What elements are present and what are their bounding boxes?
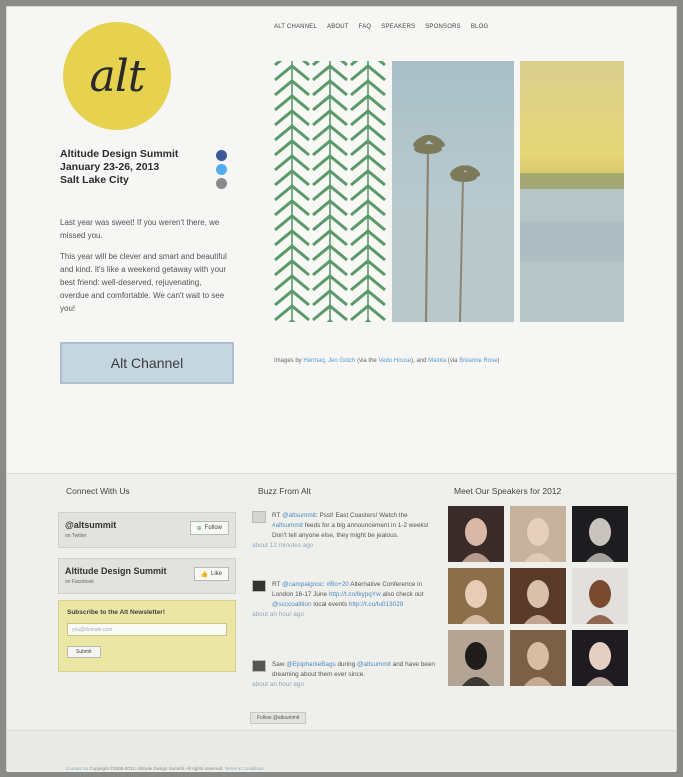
palm-trees-image: [392, 61, 514, 322]
main-nav: ALT CHANNEL ABOUT FAQ SPEAKERS SPONSORS …: [256, 16, 628, 38]
facebook-page-name: Altitude Design Summit: [65, 566, 167, 576]
facebook-widget: Altitude Design Summit on Facebook 👍 Lik…: [58, 558, 236, 594]
speaker-photo[interactable]: [448, 630, 504, 686]
credits-prefix: Images by: [274, 358, 302, 364]
tweet-text: during: [337, 661, 356, 668]
twitter-icon[interactable]: [216, 164, 227, 175]
image-credits: Images by Hermaq, Jen Gotch (via the Ved…: [274, 358, 634, 364]
chevron-pattern-image: [274, 61, 386, 322]
speakers-title: Meet Our Speakers for 2012: [454, 486, 562, 496]
hero-images: [274, 61, 624, 322]
plus-icon: ⊕: [196, 525, 202, 532]
twitter-follow-button[interactable]: ⊕ Follow: [189, 521, 229, 535]
tweet-handle-link[interactable]: @EpiphanieBags: [286, 661, 335, 668]
newsletter-box: Subscribe to the Alt Newsletter! you@dom…: [58, 600, 236, 672]
tweet-2: RT @campaignoc: #Bo+20 Alternative Confe…: [252, 580, 437, 620]
tweet-avatar: [252, 660, 266, 672]
credits-end: ): [497, 358, 500, 364]
speakers-grid: [448, 506, 630, 688]
tweet-3: Saw @EpiphanieBags during @altsummit and…: [252, 660, 437, 690]
nav-alt-channel[interactable]: ALT CHANNEL: [274, 24, 317, 30]
footer-contact-link[interactable]: Contact Us: [66, 766, 88, 771]
tweet-url-link[interactable]: http://t.co/lkypqYw: [329, 591, 381, 598]
footer-copyright: Contact Us Copyright ©2009-2012, Altitud…: [66, 766, 264, 771]
tweet-avatar: [252, 511, 266, 523]
tweet-text-3: also check out: [382, 591, 424, 598]
speaker-photo[interactable]: [572, 568, 628, 624]
youtube-icon[interactable]: [216, 178, 227, 189]
intro-paragraph-2: This year will be clever and smart and b…: [60, 252, 227, 313]
nav-sponsors[interactable]: SPONSORS: [425, 24, 461, 30]
thumbs-up-icon: 👍: [200, 571, 208, 578]
speaker-photo[interactable]: [510, 568, 566, 624]
tweet-text: : Psst! East Coasters! Watch the: [315, 512, 408, 519]
tweet-url-link-2[interactable]: http://t.co/lu013029: [349, 601, 403, 608]
facebook-icon[interactable]: [216, 150, 227, 161]
tweet-handle-link-2[interactable]: @altsummit: [357, 661, 391, 668]
tweet-handle-link-2[interactable]: @scccoalition: [272, 601, 312, 608]
tweet-hashtag-link[interactable]: #altsummit: [272, 522, 303, 529]
tweet-avatar: [252, 580, 266, 592]
like-label: Like: [210, 571, 222, 577]
connect-title: Connect With Us: [66, 486, 130, 496]
twitter-handle: @altsummit: [65, 520, 117, 530]
tweet-prefix: RT: [272, 512, 281, 519]
alt-logo[interactable]: alt: [63, 22, 171, 130]
tweet-time[interactable]: about 12 minutes ago: [252, 541, 437, 551]
credit-link-breanne-rose[interactable]: Breanne Rose: [459, 358, 497, 364]
credit-link-malota[interactable]: Malota: [428, 358, 446, 364]
tweet-handle-link[interactable]: @campaignoc: [282, 581, 323, 588]
event-name: Altitude Design Summit: [60, 148, 179, 160]
event-dates: January 23-26, 2013: [60, 161, 160, 173]
credit-link-jen-gotch[interactable]: Jen Gotch: [328, 358, 355, 364]
tweet-text-4: local events: [313, 601, 348, 608]
nav-faq[interactable]: FAQ: [359, 24, 372, 30]
footer-terms-link[interactable]: Terms & Conditions: [225, 766, 264, 771]
nav-about[interactable]: ABOUT: [327, 24, 349, 30]
social-links: [216, 150, 227, 192]
facebook-like-button[interactable]: 👍 Like: [193, 567, 229, 581]
speaker-photo[interactable]: [572, 506, 628, 562]
speaker-photo[interactable]: [572, 630, 628, 686]
logo-text: alt: [89, 50, 146, 102]
tweet-prefix: RT: [272, 581, 281, 588]
tweet-1: RT @altsummit: Psst! East Coasters! Watc…: [252, 511, 437, 551]
speaker-photo[interactable]: [510, 506, 566, 562]
credits-and: ), and: [411, 358, 427, 364]
buzz-title: Buzz From Alt: [258, 486, 311, 496]
newsletter-title: Subscribe to the Alt Newsletter!: [67, 609, 165, 616]
event-info: Altitude Design Summit January 23-26, 20…: [60, 148, 220, 187]
footer-text: Copyright ©2009-2012, Altitude Design Su…: [89, 766, 224, 771]
tweet-prefix: Saw: [272, 661, 285, 668]
facebook-sub: on Facebook: [65, 579, 94, 585]
follow-label: Follow: [204, 525, 222, 531]
newsletter-email-input[interactable]: you@domain.com: [67, 623, 227, 636]
follow-altsummit-button[interactable]: Follow @altsummit: [250, 712, 307, 724]
abstract-paint-image: [520, 61, 624, 322]
intro-text: Last year was sweet! If you weren't ther…: [60, 216, 230, 323]
twitter-widget: @altsummit on Twitter ⊕ Follow: [58, 512, 236, 548]
newsletter-submit-button[interactable]: Submit: [67, 646, 101, 658]
tweet-text: :: [323, 581, 325, 588]
credit-link-hermaq[interactable]: Hermaq: [303, 358, 324, 364]
speaker-photo[interactable]: [448, 568, 504, 624]
nav-blog[interactable]: BLOG: [471, 24, 488, 30]
footer-bar: [7, 730, 676, 770]
twitter-sub: on Twitter: [65, 533, 87, 539]
tweet-time[interactable]: about an hour ago: [252, 610, 437, 620]
event-city: Salt Lake City: [60, 174, 129, 186]
credits-via: (via the: [357, 358, 377, 364]
tweet-time[interactable]: about an hour ago: [252, 680, 437, 690]
alt-channel-button[interactable]: Alt Channel: [60, 342, 234, 384]
nav-speakers[interactable]: SPEAKERS: [381, 24, 415, 30]
credits-sep: ,: [324, 358, 327, 364]
tweet-handle-link[interactable]: @altsummit: [282, 512, 316, 519]
intro-paragraph-1: Last year was sweet! If you weren't ther…: [60, 218, 220, 240]
credits-via-2: (via: [447, 358, 458, 364]
tweet-hashtag-link[interactable]: #Bo+20: [327, 581, 349, 588]
speaker-photo[interactable]: [448, 506, 504, 562]
speaker-photo[interactable]: [510, 630, 566, 686]
credit-link-vedo-house[interactable]: Vedo House: [378, 358, 411, 364]
